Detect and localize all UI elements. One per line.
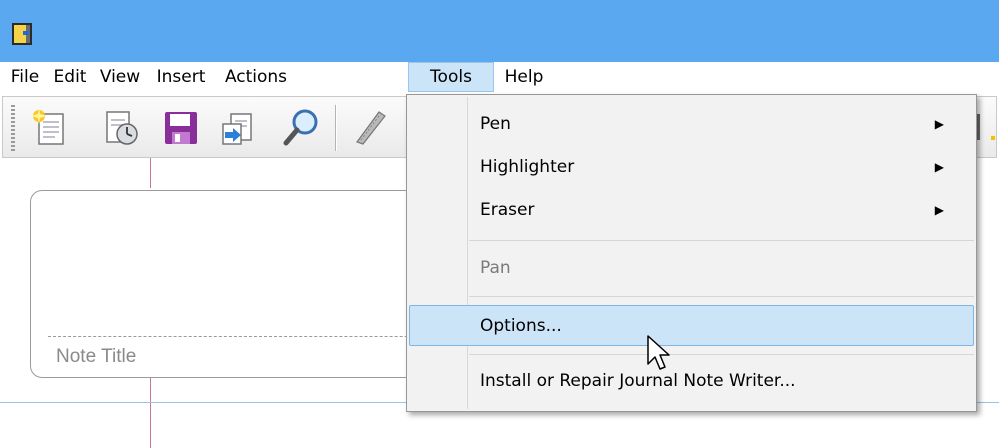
menu-separator bbox=[469, 296, 974, 297]
margin-line bbox=[150, 378, 151, 448]
toolbar-grip[interactable] bbox=[11, 105, 15, 151]
menu-actions[interactable]: Actions bbox=[214, 62, 298, 92]
note-title-field[interactable]: Note Title bbox=[56, 346, 136, 368]
menu-item-label: Pan bbox=[480, 258, 511, 278]
menu-help[interactable]: Help bbox=[498, 62, 550, 92]
mouse-pointer-icon bbox=[647, 335, 670, 370]
title-divider bbox=[48, 336, 468, 337]
menu-file[interactable]: File bbox=[4, 62, 46, 92]
menu-separator bbox=[469, 240, 974, 241]
export-icon[interactable] bbox=[217, 106, 261, 150]
menu-bar: File Edit View Insert Actions Tools Help bbox=[0, 62, 999, 92]
new-note-icon[interactable] bbox=[29, 106, 73, 150]
submenu-arrow-icon: ▶ bbox=[934, 203, 944, 217]
menu-item-options[interactable]: Options... bbox=[409, 305, 974, 346]
menu-item-pan: Pan bbox=[409, 248, 974, 289]
menu-item-pen[interactable]: Pen ▶ bbox=[409, 104, 974, 145]
menu-item-label: Pen bbox=[480, 114, 511, 134]
menu-item-label: Install or Repair Journal Note Writer... bbox=[480, 371, 796, 391]
selection-tool-icon[interactable] bbox=[349, 106, 393, 150]
tools-menu: Pen ▶ Highlighter ▶ Eraser ▶ Pan Options… bbox=[406, 94, 977, 412]
menu-item-label: Eraser bbox=[480, 200, 535, 220]
menu-separator bbox=[469, 354, 974, 355]
menu-view[interactable]: View bbox=[94, 62, 146, 92]
toolbar-separator bbox=[335, 105, 337, 151]
save-icon[interactable] bbox=[159, 106, 203, 150]
toolbar-overflow-edge bbox=[977, 114, 995, 140]
new-note-from-template-icon[interactable] bbox=[99, 106, 143, 150]
menu-insert[interactable]: Insert bbox=[150, 62, 212, 92]
margin-line-top bbox=[150, 158, 151, 188]
title-bar bbox=[0, 0, 999, 62]
submenu-arrow-icon: ▶ bbox=[934, 117, 944, 131]
menu-item-highlighter[interactable]: Highlighter ▶ bbox=[409, 147, 974, 188]
menu-item-install-repair[interactable]: Install or Repair Journal Note Writer... bbox=[409, 361, 974, 402]
submenu-arrow-icon: ▶ bbox=[934, 160, 944, 174]
menu-edit[interactable]: Edit bbox=[48, 62, 92, 92]
menu-tools[interactable]: Tools bbox=[408, 62, 494, 92]
find-icon[interactable] bbox=[279, 106, 323, 150]
menu-item-eraser[interactable]: Eraser ▶ bbox=[409, 190, 974, 231]
menu-item-label: Options... bbox=[480, 316, 562, 336]
journal-app-icon[interactable] bbox=[10, 22, 34, 46]
menu-item-label: Highlighter bbox=[480, 157, 575, 177]
